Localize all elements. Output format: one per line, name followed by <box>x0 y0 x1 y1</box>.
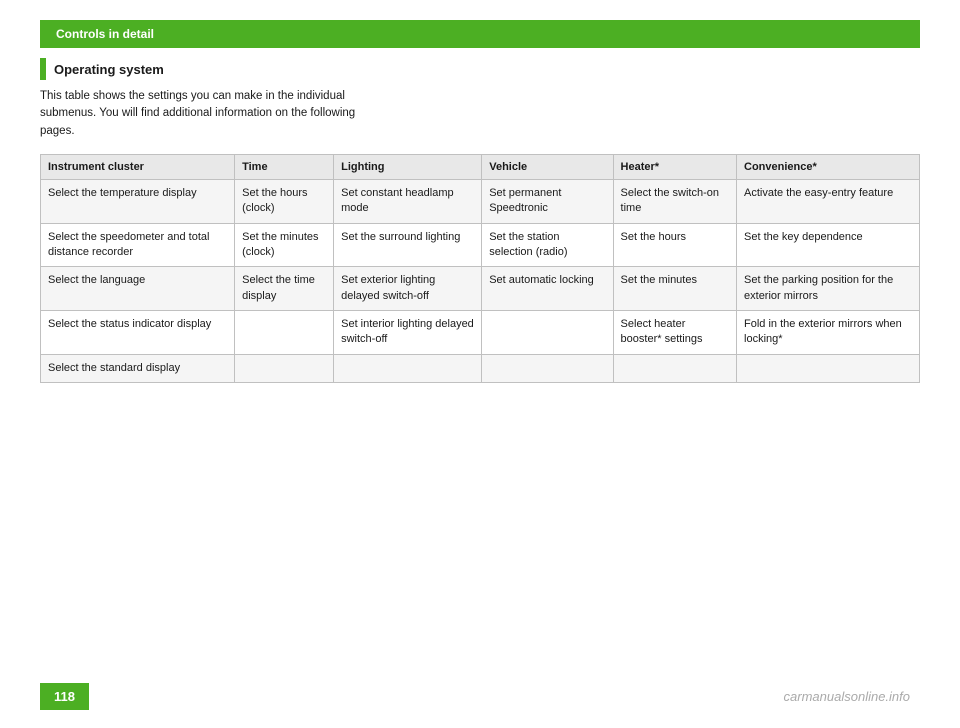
green-bar-indicator <box>40 58 46 80</box>
table-row: Select the status indicator display Set i… <box>41 311 920 355</box>
table-cell-r2-c3: Set automatic locking <box>482 267 613 311</box>
table-cell-r1-c1: Set the minutes (clock) <box>235 223 334 267</box>
watermark: carmanualsonline.info <box>784 689 910 704</box>
page-container: Controls in detail Operating system This… <box>0 20 960 728</box>
col-header-heater: Heater* <box>613 154 736 179</box>
table-cell-r1-c3: Set the station selection (radio) <box>482 223 613 267</box>
table-cell-r2-c4: Set the minutes <box>613 267 736 311</box>
table-cell-r4-c4 <box>613 354 736 382</box>
table-cell-r4-c1 <box>235 354 334 382</box>
table-cell-r4-c5 <box>737 354 920 382</box>
table-cell-r4-c0: Select the standard display <box>41 354 235 382</box>
page-number: 118 <box>54 689 75 704</box>
table-cell-r0-c1: Set the hours (clock) <box>235 179 334 223</box>
table-cell-r0-c0: Select the temperature display <box>41 179 235 223</box>
col-header-convenience: Convenience* <box>737 154 920 179</box>
page-number-box: 118 <box>40 683 89 710</box>
table-cell-r2-c5: Set the parking position for the exterio… <box>737 267 920 311</box>
col-header-vehicle: Vehicle <box>482 154 613 179</box>
content-area: Operating system This table shows the se… <box>40 58 920 383</box>
table-cell-r2-c1: Select the time display <box>235 267 334 311</box>
table-cell-r0-c5: Activate the easy-entry feature <box>737 179 920 223</box>
table-cell-r1-c2: Set the surround lighting <box>334 223 482 267</box>
table-cell-r3-c4: Select heater booster* settings <box>613 311 736 355</box>
table-cell-r4-c2 <box>334 354 482 382</box>
data-table: Instrument cluster Time Lighting Vehicle… <box>40 154 920 384</box>
table-cell-r0-c4: Select the switch-on time <box>613 179 736 223</box>
section-title: Operating system <box>54 62 164 77</box>
section-title-row: Operating system <box>40 58 920 80</box>
table-cell-r3-c0: Select the status indicator display <box>41 311 235 355</box>
table-row: Select the temperature displaySet the ho… <box>41 179 920 223</box>
intro-text: This table shows the settings you can ma… <box>40 88 360 140</box>
table-cell-r4-c3 <box>482 354 613 382</box>
table-row: Select the standard display <box>41 354 920 382</box>
table-cell-r1-c0: Select the speedometer and total distanc… <box>41 223 235 267</box>
table-cell-r1-c4: Set the hours <box>613 223 736 267</box>
table-row: Select the speedometer and total distanc… <box>41 223 920 267</box>
col-header-time: Time <box>235 154 334 179</box>
table-cell-r3-c5: Fold in the exterior mirrors when lockin… <box>737 311 920 355</box>
table-cell-r2-c2: Set exterior lighting delayed switch-off <box>334 267 482 311</box>
table-cell-r2-c0: Select the language <box>41 267 235 311</box>
col-header-instrument-cluster: Instrument cluster <box>41 154 235 179</box>
table-row: Select the languageSelect the time displ… <box>41 267 920 311</box>
table-header-row: Instrument cluster Time Lighting Vehicle… <box>41 154 920 179</box>
header-bar-label: Controls in detail <box>56 27 154 41</box>
header-bar: Controls in detail <box>40 20 920 48</box>
table-cell-r3-c2: Set interior lighting delayed switch-off <box>334 311 482 355</box>
col-header-lighting: Lighting <box>334 154 482 179</box>
table-cell-r3-c3 <box>482 311 613 355</box>
table-cell-r3-c1 <box>235 311 334 355</box>
table-cell-r1-c5: Set the key dependence <box>737 223 920 267</box>
table-cell-r0-c3: Set permanent Speedtronic <box>482 179 613 223</box>
table-cell-r0-c2: Set constant headlamp mode <box>334 179 482 223</box>
